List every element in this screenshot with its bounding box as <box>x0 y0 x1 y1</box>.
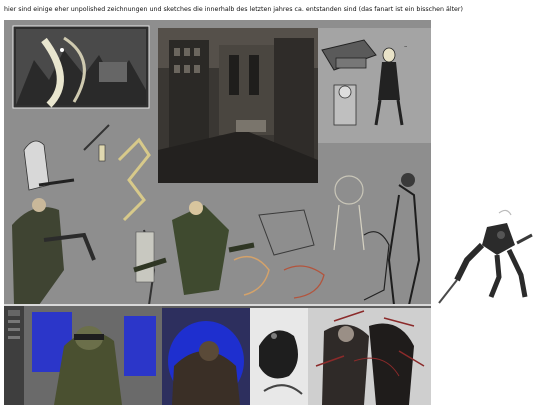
painting-strip-drawing <box>4 306 431 405</box>
creature-ink-sketch <box>250 308 308 405</box>
character-gear-sketches: ~ <box>318 28 431 143</box>
svg-text:~: ~ <box>404 44 407 49</box>
blue-room-painting <box>162 308 250 405</box>
mech-figure-image[interactable] <box>437 205 537 305</box>
red-scribble-figures <box>308 308 431 405</box>
painting-strip-image[interactable] <box>4 306 431 405</box>
post-caption: hier sind einige eher unpolished zeichnu… <box>4 6 463 13</box>
headphone-soldier-painting <box>4 306 162 405</box>
mech-figure-drawing <box>438 209 533 304</box>
sketch-sheet-drawing: ~ <box>12 25 431 305</box>
city-illustration <box>12 25 150 109</box>
architecture-painting <box>158 28 318 183</box>
